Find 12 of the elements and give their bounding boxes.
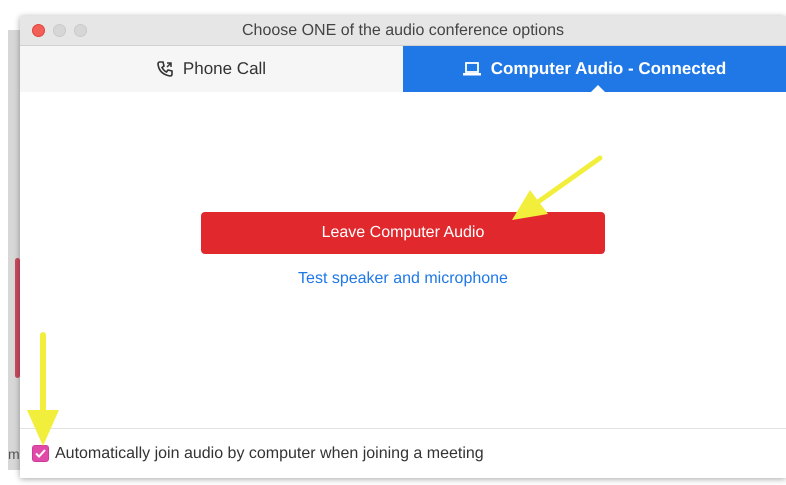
- background-text: m: [8, 445, 20, 464]
- phone-icon: [156, 61, 173, 77]
- laptop-icon: [462, 62, 481, 76]
- auto-join-label: Automatically join audio by computer when joining a meeting: [55, 444, 484, 464]
- test-speaker-link[interactable]: Test speaker and microphone: [298, 267, 508, 291]
- tab[interactable]: Computer Audio - Connected: [403, 46, 786, 92]
- close-button[interactable]: [32, 24, 45, 37]
- leave-audio-button[interactable]: Leave Computer Audio: [201, 212, 605, 254]
- tab[interactable]: Phone Call: [20, 46, 403, 92]
- window-title: Choose ONE of the audio conference options: [241, 20, 565, 40]
- check-icon: [35, 449, 46, 458]
- auto-join-checkbox[interactable]: [32, 445, 49, 462]
